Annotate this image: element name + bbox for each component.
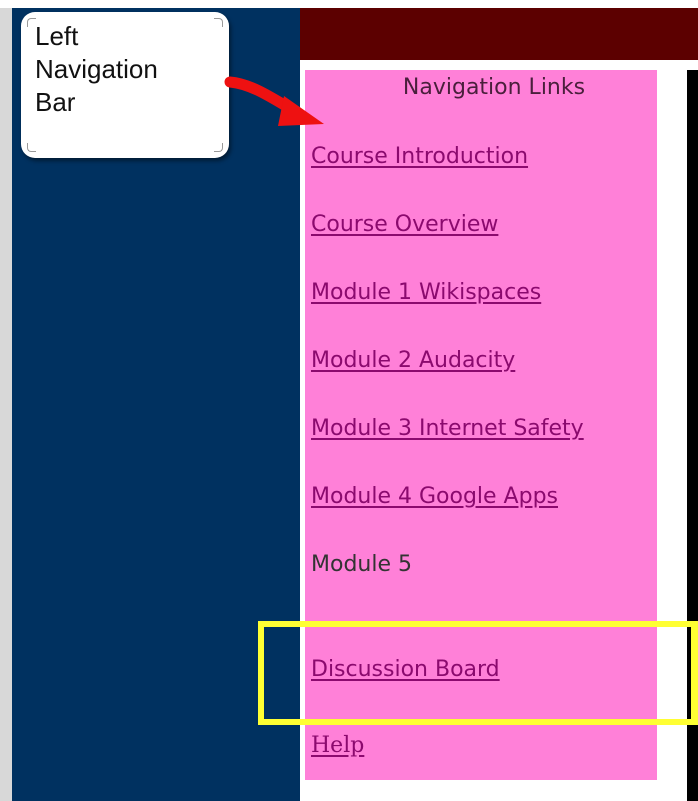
nav-link-module-1[interactable]: Module 1 Wikispaces — [311, 279, 541, 307]
nav-link-help[interactable]: Help — [311, 732, 364, 760]
nav-link-module-3[interactable]: Module 3 Internet Safety — [311, 415, 584, 443]
navigation-links-heading: Navigation Links — [402, 75, 586, 100]
nav-link-module-4[interactable]: Module 4 Google Apps — [311, 483, 558, 511]
nav-item-module-5: Module 5 — [311, 552, 412, 577]
header-bar — [300, 8, 698, 60]
window-edge — [0, 0, 12, 801]
nav-link-course-overview[interactable]: Course Overview — [311, 211, 498, 239]
screenshot-frame: Navigation Links Course Introduction Cou… — [0, 0, 698, 801]
right-divider — [687, 70, 698, 801]
red-arrow-icon — [224, 76, 324, 126]
callout-corner-mark — [27, 143, 36, 152]
window-top-edge — [0, 0, 698, 8]
callout-corner-mark — [214, 18, 223, 27]
nav-link-discussion-board[interactable]: Discussion Board — [311, 656, 500, 684]
callout-corner-mark — [214, 143, 223, 152]
nav-link-module-2[interactable]: Module 2 Audacity — [311, 347, 515, 375]
nav-link-course-introduction[interactable]: Course Introduction — [311, 143, 528, 171]
callout-label: Left Navigation Bar — [35, 21, 158, 117]
